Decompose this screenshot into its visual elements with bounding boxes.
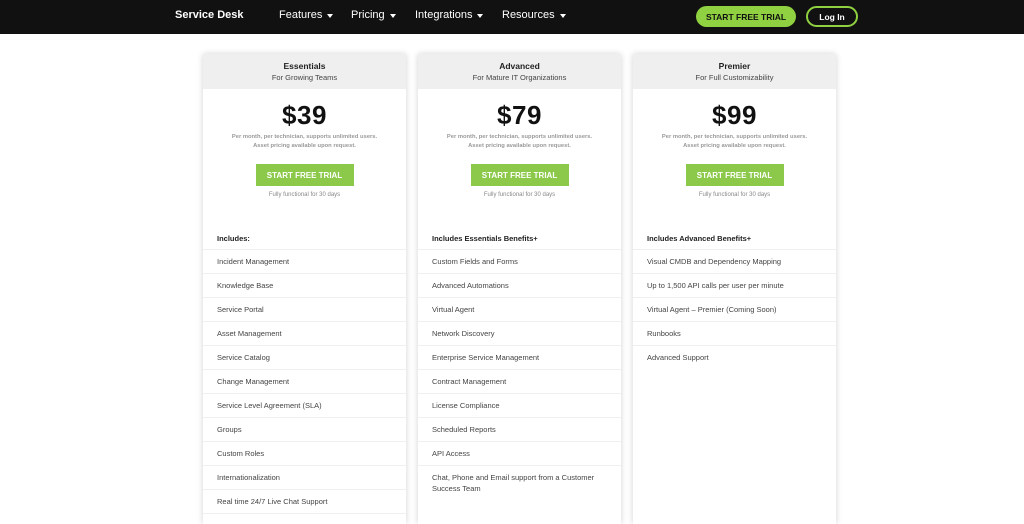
caret-down-icon bbox=[477, 13, 484, 18]
plan-name: Advanced bbox=[499, 61, 540, 71]
plan-header: Premier For Full Customizability bbox=[633, 54, 836, 89]
feature-item: Groups bbox=[203, 418, 406, 442]
plan-header: Advanced For Mature IT Organizations bbox=[418, 54, 621, 89]
price-note: Per month, per technician, supports unli… bbox=[203, 133, 406, 151]
feature-item: Runbooks bbox=[633, 322, 836, 346]
feature-item: Asset Management bbox=[203, 322, 406, 346]
feature-item: Network Discovery bbox=[418, 322, 621, 346]
feature-item: Up to 1,500 API calls per user per minut… bbox=[633, 274, 836, 298]
plan-card-advanced: Advanced For Mature IT Organizations $79… bbox=[418, 54, 621, 524]
caret-down-icon bbox=[389, 13, 396, 18]
feature-item: Virtual Agent – Premier (Coming Soon) bbox=[633, 298, 836, 322]
top-nav-bar: Service Desk Features Pricing Integratio… bbox=[0, 0, 1024, 34]
feature-item: License Compliance bbox=[418, 394, 621, 418]
feature-item: Virtual Agent bbox=[418, 298, 621, 322]
nav-resources[interactable]: Resources bbox=[502, 9, 566, 21]
plan-card-premier: Premier For Full Customizability $99 Per… bbox=[633, 54, 836, 524]
feature-item: Advanced Automations bbox=[418, 274, 621, 298]
plan-name: Essentials bbox=[283, 61, 326, 71]
feature-list: Includes: Incident Management Knowledge … bbox=[203, 227, 406, 514]
feature-item: Change Management bbox=[203, 370, 406, 394]
nav-label: Pricing bbox=[351, 9, 385, 21]
login-button[interactable]: Log In bbox=[806, 6, 858, 27]
price-note-line: Asset pricing available upon request. bbox=[468, 143, 571, 149]
feature-item: Real time 24/7 Live Chat Support bbox=[203, 490, 406, 514]
price-note-line: Per month, per technician, supports unli… bbox=[446, 134, 593, 140]
nav-features[interactable]: Features bbox=[279, 9, 334, 21]
feature-item: Incident Management bbox=[203, 250, 406, 274]
nav-label: Resources bbox=[502, 9, 555, 21]
feature-item: Chat, Phone and Email support from a Cus… bbox=[432, 473, 595, 493]
feature-list: Includes Advanced Benefits+ Visual CMDB … bbox=[633, 227, 836, 369]
price-note: Per month, per technician, supports unli… bbox=[418, 133, 621, 151]
feature-item: Contract Management bbox=[418, 370, 621, 394]
feature-heading: Includes Advanced Benefits+ bbox=[633, 227, 836, 250]
start-trial-button[interactable]: START FREE TRIAL bbox=[685, 164, 784, 186]
price-note-line: Asset pricing available upon request. bbox=[683, 143, 786, 149]
feature-heading: Includes: bbox=[203, 227, 406, 250]
trial-note: Fully functional for 30 days bbox=[698, 192, 771, 198]
start-trial-button[interactable]: START FREE TRIAL bbox=[470, 164, 569, 186]
trial-note: Fully functional for 30 days bbox=[268, 192, 341, 198]
plan-subtitle: For Growing Teams bbox=[271, 73, 338, 82]
feature-item: Enterprise Service Management bbox=[418, 346, 621, 370]
price-note: Per month, per technician, supports unli… bbox=[633, 133, 836, 151]
feature-item: Service Catalog bbox=[203, 346, 406, 370]
plan-header: Essentials For Growing Teams bbox=[203, 54, 406, 89]
start-trial-button[interactable]: START FREE TRIAL bbox=[255, 164, 354, 186]
feature-item: API Access bbox=[418, 442, 621, 466]
price-note-line: Per month, per technician, supports unli… bbox=[661, 134, 808, 140]
brand-logo[interactable]: Service Desk bbox=[175, 9, 244, 21]
nav-label: Integrations bbox=[415, 9, 473, 21]
nav-label: Features bbox=[279, 9, 323, 21]
plan-subtitle: For Full Customizability bbox=[695, 73, 774, 82]
plan-card-essentials: Essentials For Growing Teams $39 Per mon… bbox=[203, 54, 406, 524]
feature-heading: Includes Essentials Benefits+ bbox=[418, 227, 621, 250]
feature-item: Service Level Agreement (SLA) bbox=[203, 394, 406, 418]
plan-price: $99 bbox=[712, 100, 757, 130]
feature-item: Service Portal bbox=[203, 298, 406, 322]
price-note-line: Asset pricing available upon request. bbox=[253, 143, 356, 149]
feature-list: Includes Essentials Benefits+ Custom Fie… bbox=[418, 227, 621, 500]
feature-item: Custom Fields and Forms bbox=[418, 250, 621, 274]
plan-price: $79 bbox=[497, 100, 542, 130]
feature-item: Knowledge Base bbox=[203, 274, 406, 298]
feature-item: Advanced Support bbox=[647, 353, 709, 362]
feature-item: Custom Roles bbox=[203, 442, 406, 466]
nav-pricing[interactable]: Pricing bbox=[351, 9, 396, 21]
caret-down-icon bbox=[559, 13, 566, 18]
feature-item: Scheduled Reports bbox=[418, 418, 621, 442]
feature-item: Visual CMDB and Dependency Mapping bbox=[633, 250, 836, 274]
plan-price: $39 bbox=[282, 100, 327, 130]
plan-name: Premier bbox=[718, 61, 751, 71]
plan-subtitle: For Mature IT Organizations bbox=[472, 73, 567, 82]
nav-start-trial-button[interactable]: START FREE TRIAL bbox=[696, 6, 796, 27]
nav-integrations[interactable]: Integrations bbox=[415, 9, 484, 21]
price-note-line: Per month, per technician, supports unli… bbox=[231, 134, 378, 140]
feature-item: Internationalization bbox=[203, 466, 406, 490]
trial-note: Fully functional for 30 days bbox=[483, 192, 556, 198]
caret-down-icon bbox=[327, 13, 334, 18]
